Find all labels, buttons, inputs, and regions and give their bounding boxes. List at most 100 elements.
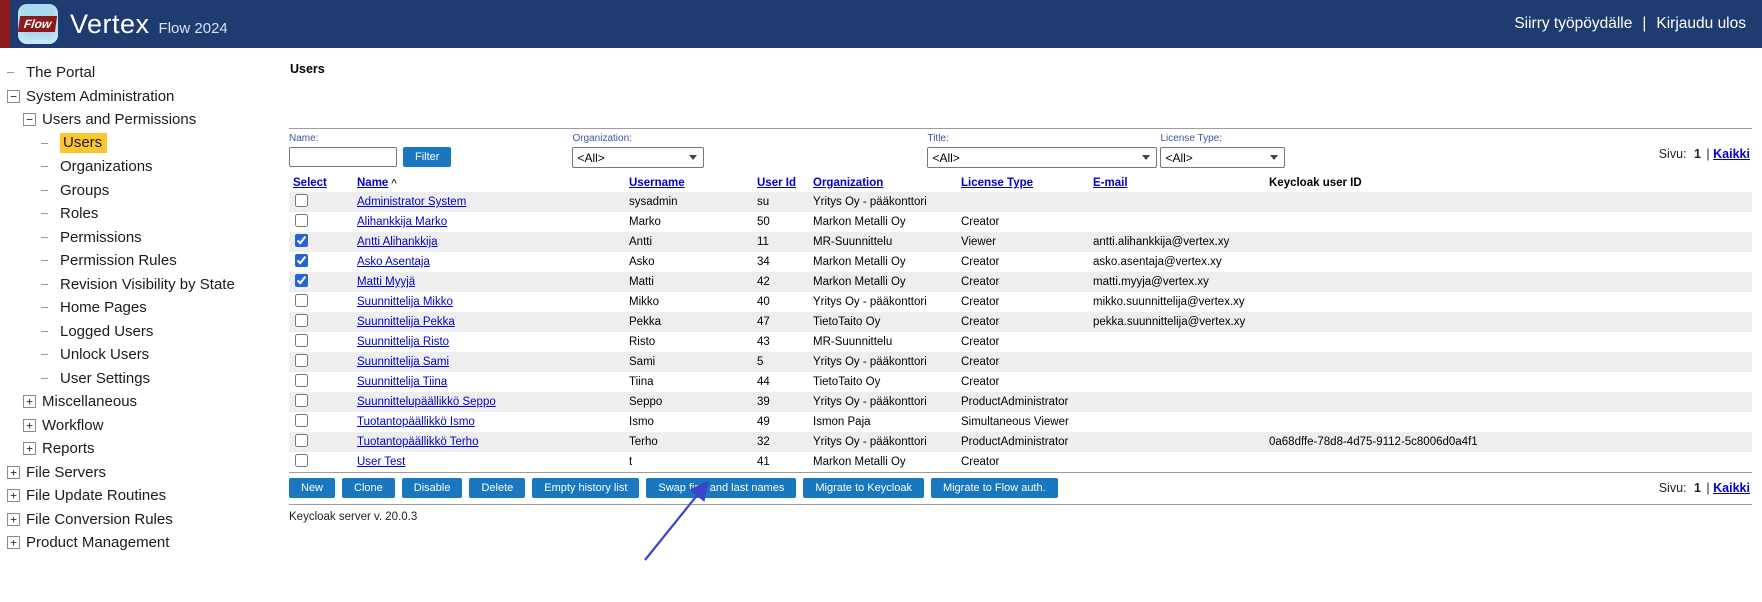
collapse-icon[interactable]: − [7,90,20,103]
sidebar-item-miscellaneous[interactable]: + Miscellaneous [0,390,287,414]
sidebar-item-user-settings[interactable]: User Settings [0,367,287,391]
row-select-checkbox[interactable] [295,354,308,367]
row-select-checkbox[interactable] [295,314,308,327]
sidebar-item-revision-visibility-by-state[interactable]: Revision Visibility by State [0,273,287,297]
user-name-link[interactable]: Alihankkija Marko [357,216,447,228]
sidebar-item-label[interactable]: Groups [60,182,109,199]
sidebar-item-workflow[interactable]: + Workflow [0,414,287,438]
column-header-username[interactable]: Username [629,177,685,189]
sidebar-item-users-and-permissions[interactable]: −Users and Permissions [0,108,287,132]
empty-history-list-button[interactable]: Empty history list [532,478,639,498]
row-select-checkbox[interactable] [295,274,308,287]
sidebar-item-file-conversion-rules[interactable]: + File Conversion Rules [0,508,287,532]
swap-first-and-last-names-button[interactable]: Swap first and last names [646,478,796,498]
row-select-checkbox[interactable] [295,254,308,267]
sidebar-item-label[interactable]: Unlock Users [60,346,149,363]
sidebar-item-file-update-routines[interactable]: + File Update Routines [0,484,287,508]
migrate-to-flow-auth-button[interactable]: Migrate to Flow auth. [931,478,1058,498]
disable-button[interactable]: Disable [402,478,463,498]
column-header-organization[interactable]: Organization [813,177,883,189]
user-name-link[interactable]: Matti Myyjä [357,276,415,288]
user-name-link[interactable]: Tuotantopäällikkö Ismo [357,416,475,428]
sidebar-item-logged-users[interactable]: Logged Users [0,320,287,344]
collapse-icon[interactable]: − [23,113,36,126]
sidebar-item-label[interactable]: Product Management [26,534,169,551]
user-name-link[interactable]: Administrator System [357,196,466,208]
column-header-user-id[interactable]: User Id [757,177,796,189]
sidebar-item-groups[interactable]: Groups [0,179,287,203]
expand-icon[interactable]: + [7,513,20,526]
row-select-checkbox[interactable] [295,454,308,467]
sidebar-item-roles[interactable]: Roles [0,202,287,226]
sidebar-item-file-servers[interactable]: +File Servers [0,461,287,485]
sidebar-item-label[interactable]: Miscellaneous [42,393,137,410]
sidebar-item-label[interactable]: System Administration [26,88,174,105]
column-header-license-type[interactable]: License Type [961,177,1033,189]
sidebar-item-label[interactable]: Permissions [60,229,142,246]
expand-icon[interactable]: + [23,419,36,432]
show-all-link[interactable]: Kaikki [1713,147,1750,161]
sidebar-item-home-pages[interactable]: Home Pages [0,296,287,320]
sidebar-item-label[interactable]: Workflow [42,417,103,434]
expand-icon[interactable]: + [23,395,36,408]
row-select-checkbox[interactable] [295,374,308,387]
row-select-checkbox[interactable] [295,194,308,207]
user-name-link[interactable]: Antti Alihankkija [357,236,438,248]
delete-button[interactable]: Delete [469,478,525,498]
organization-select[interactable]: <All> [572,147,704,168]
sidebar-item-label[interactable]: The Portal [26,64,95,81]
sidebar-item-reports[interactable]: + Reports [0,437,287,461]
column-header-select[interactable]: Select [293,177,327,189]
filter-button[interactable]: Filter [403,147,451,167]
sidebar-item-permission-rules[interactable]: Permission Rules [0,249,287,273]
expand-icon[interactable]: + [7,489,20,502]
user-name-link[interactable]: Suunnittelija Sami [357,356,449,368]
logout-link[interactable]: Kirjaudu ulos [1656,15,1746,33]
row-select-checkbox[interactable] [295,434,308,447]
user-name-link[interactable]: Tuotantopäällikkö Terho [357,436,478,448]
new-button[interactable]: New [289,478,335,498]
user-name-link[interactable]: Suunnittelija Pekka [357,316,455,328]
user-name-link[interactable]: User Test [357,456,405,468]
sidebar-item-label[interactable]: Users [60,133,107,153]
sidebar-item-label[interactable]: User Settings [60,370,150,387]
title-select[interactable]: <All> [927,147,1157,168]
user-name-link[interactable]: Suunnittelija Tiina [357,376,447,388]
row-select-checkbox[interactable] [295,294,308,307]
row-select-checkbox[interactable] [295,394,308,407]
sidebar-item-organizations[interactable]: Organizations [0,155,287,179]
row-select-checkbox[interactable] [295,414,308,427]
clone-button[interactable]: Clone [342,478,395,498]
sidebar-item-product-management[interactable]: + Product Management [0,531,287,555]
user-name-link[interactable]: Suunnittelija Mikko [357,296,453,308]
sidebar-item-label[interactable]: Reports [42,440,95,457]
name-filter-input[interactable] [289,147,397,167]
column-header-e-mail[interactable]: E-mail [1093,177,1128,189]
show-all-link[interactable]: Kaikki [1713,481,1750,495]
go-to-desktop-link[interactable]: Siirry työpöydälle [1514,15,1632,33]
sidebar-item-label[interactable]: File Servers [26,464,106,481]
sidebar-item-label[interactable]: Logged Users [60,323,153,340]
expand-icon[interactable]: + [23,442,36,455]
sidebar-item-label[interactable]: Revision Visibility by State [60,276,235,293]
sidebar-item-system-administration[interactable]: −System Administration [0,85,287,109]
sidebar-item-label[interactable]: Permission Rules [60,252,177,269]
sidebar-item-label[interactable]: File Update Routines [26,487,166,504]
sidebar-item-label[interactable]: File Conversion Rules [26,511,173,528]
user-name-link[interactable]: Suunnittelija Risto [357,336,449,348]
row-select-checkbox[interactable] [295,214,308,227]
sidebar-item-label[interactable]: Organizations [60,158,153,175]
row-select-checkbox[interactable] [295,234,308,247]
sidebar-item-unlock-users[interactable]: Unlock Users [0,343,287,367]
sidebar-item-permissions[interactable]: Permissions [0,226,287,250]
expand-icon[interactable]: + [7,536,20,549]
user-name-link[interactable]: Asko Asentaja [357,256,430,268]
migrate-to-keycloak-button[interactable]: Migrate to Keycloak [803,478,924,498]
license-type-select[interactable]: <All> [1160,147,1285,168]
sidebar-item-the-portal[interactable]: The Portal [0,61,287,85]
column-header-name[interactable]: Name [357,177,388,189]
user-name-link[interactable]: Suunnittelupäällikkö Seppo [357,396,496,408]
sidebar-item-label[interactable]: Users and Permissions [42,111,196,128]
sidebar-item-label[interactable]: Roles [60,205,98,222]
row-select-checkbox[interactable] [295,334,308,347]
